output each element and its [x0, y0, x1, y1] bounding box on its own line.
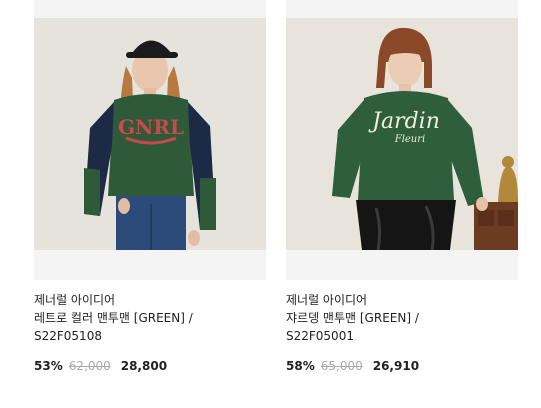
product-brand[interactable]: 제너럴 아이디어 — [34, 292, 266, 309]
sale-price: 26,910 — [372, 359, 420, 373]
original-price: 65,000 — [320, 359, 363, 373]
sweater-print-text: GNRL — [118, 115, 184, 139]
product-brand[interactable]: 제너럴 아이디어 — [286, 292, 518, 309]
product-name-line1[interactable]: 레트로 컬러 맨투맨 [GREEN] / — [34, 309, 266, 327]
sale-price: 28,800 — [120, 359, 168, 373]
product-thumbnail[interactable]: GNRL — [34, 0, 266, 280]
product-photo: Jardin Fleuri — [286, 18, 518, 250]
product-name-line2[interactable]: S22F05001 — [286, 327, 518, 345]
product-name-line1[interactable]: 쟈르뎅 맨투맨 [GREEN] / — [286, 309, 518, 327]
product-name-line2[interactable]: S22F05108 — [34, 327, 266, 345]
product-photo: GNRL — [34, 18, 266, 250]
product-card[interactable]: GNRL 제너럴 아이디어 레트로 컬러 맨투맨 [GREEN] / S22F0… — [34, 0, 266, 373]
price-row: 58% 65,000 26,910 — [286, 359, 518, 373]
product-thumbnail[interactable]: Jardin Fleuri — [286, 0, 518, 280]
product-grid: GNRL 제너럴 아이디어 레트로 컬러 맨투맨 [GREEN] / S22F0… — [0, 0, 541, 408]
original-price: 62,000 — [68, 359, 111, 373]
sweater-print-text-2: Fleuri — [394, 134, 425, 145]
product-card[interactable]: Jardin Fleuri 제너럴 아이디어 쟈르뎅 맨투맨 [GREEN] /… — [286, 0, 518, 373]
price-row: 53% 62,000 28,800 — [34, 359, 266, 373]
discount-rate: 53% — [34, 359, 63, 373]
discount-rate: 58% — [286, 359, 315, 373]
sweater-print-text-1: Jardin — [368, 109, 440, 134]
